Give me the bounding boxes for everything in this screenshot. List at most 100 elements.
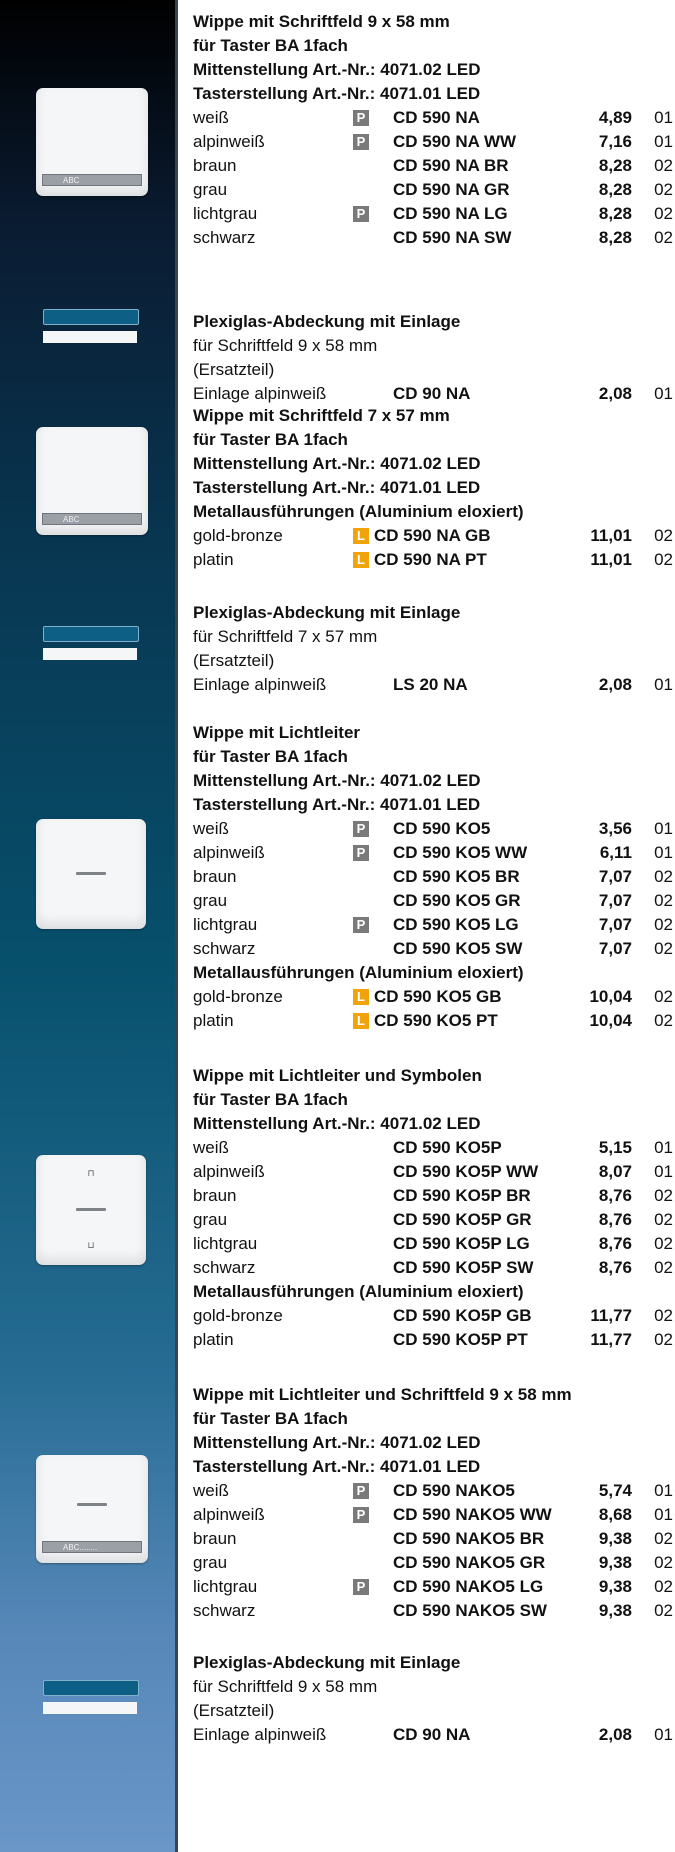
product-row: Einlage alpinweiß CD 90 NA 2,08 01 (193, 1723, 673, 1747)
price: 7,07 (598, 915, 632, 934)
price: 8,68 (598, 1505, 632, 1524)
product-row: platin L CD 590 KO5 PT 10,04 02 (193, 1009, 673, 1033)
section-heading-line: Tasterstellung Art.-Nr.: 4071.01 LED (193, 795, 481, 814)
color-name: lichtgrau (193, 204, 258, 223)
color-name: grau (193, 1553, 228, 1572)
color-name: platin (193, 1330, 234, 1349)
plexiglass-cover-strip (43, 309, 139, 325)
color-name: braun (193, 1529, 237, 1548)
price-group: 01 (654, 1138, 673, 1157)
price: 8,28 (598, 156, 632, 175)
p-badge-icon: P (353, 917, 369, 933)
color-name: gold-bronze (193, 526, 283, 545)
article-code: CD 590 KO5P LG (393, 1234, 530, 1253)
section-heading-line: für Schriftfeld 7 x 57 mm (193, 627, 378, 646)
price: 3,56 (598, 819, 632, 838)
price: 11,77 (590, 1306, 632, 1325)
light-guide-slot (77, 1503, 107, 1506)
color-name: lichtgrau (193, 915, 258, 934)
p-badge-icon: P (353, 134, 369, 150)
product-row: alpinweiß P CD 590 KO5 WW 6,11 01 (193, 841, 673, 865)
price-group: 02 (654, 550, 673, 569)
article-code: CD 590 KO5P WW (393, 1162, 539, 1181)
section-heading-line: für Schriftfeld 9 x 58 mm (193, 1677, 378, 1696)
price-group: 01 (654, 1725, 673, 1744)
product-row: Einlage alpinweiß LS 20 NA 2,08 01 (193, 673, 673, 697)
light-guide-slot (76, 1208, 106, 1211)
price-group: 02 (654, 1011, 673, 1030)
article-code: CD 590 NA GR (393, 180, 510, 199)
price: 11,77 (590, 1330, 632, 1349)
section-heading-line: Metallausführungen (Aluminium eloxiert) (193, 1282, 524, 1301)
price: 7,07 (598, 867, 632, 886)
section-heading-line: Tasterstellung Art.-Nr.: 4071.01 LED (193, 478, 481, 497)
rocker-light-guide-label-thumbnail: ABC........ (36, 1455, 148, 1563)
article-code: LS 20 NA (393, 675, 468, 694)
product-section: Plexiglas-Abdeckung mit Einlage für Schri… (193, 601, 673, 697)
product-row: schwarz CD 590 NAKO5 SW 9,38 02 (193, 1599, 673, 1623)
section-heading-line: Tasterstellung Art.-Nr.: 4071.01 LED (193, 1457, 481, 1476)
price-group: 01 (654, 1505, 673, 1524)
price-group: 01 (654, 108, 673, 127)
article-code: CD 590 NA LG (393, 204, 508, 223)
product-row: weiß P CD 590 NA 4,89 01 (193, 106, 673, 130)
product-row: braun CD 590 KO5P BR 8,76 02 (193, 1184, 673, 1208)
price-group: 02 (654, 1330, 673, 1349)
color-name: braun (193, 1186, 237, 1205)
color-name: lichtgrau (193, 1577, 258, 1596)
price: 9,38 (598, 1601, 632, 1620)
price: 5,15 (598, 1138, 632, 1157)
color-name: platin (193, 550, 234, 569)
color-name: weiß (193, 819, 229, 838)
product-row: platin CD 590 KO5P PT 11,77 02 (193, 1328, 673, 1352)
l-badge-icon: L (353, 1013, 369, 1029)
article-code: CD 590 NA BR (393, 156, 509, 175)
article-code: CD 590 NAKO5 BR (393, 1529, 545, 1548)
color-name: gold-bronze (193, 1306, 283, 1325)
price: 2,08 (598, 675, 632, 694)
article-code: CD 590 NAKO5 SW (393, 1601, 547, 1620)
article-code: CD 590 KO5P PT (393, 1330, 528, 1349)
article-code: CD 590 KO5 GR (393, 891, 521, 910)
article-code: CD 590 NA SW (393, 228, 512, 247)
section-heading-line: (Ersatzteil) (193, 651, 275, 670)
color-name: grau (193, 1210, 228, 1229)
product-row: grau CD 590 KO5P GR 8,76 02 (193, 1208, 673, 1232)
section-heading-line: Wippe mit Schriftfeld 9 x 58 mm (193, 12, 450, 31)
price-group: 02 (654, 891, 673, 910)
price: 8,76 (598, 1210, 632, 1229)
section-heading-line: Mittenstellung Art.-Nr.: 4071.02 LED (193, 60, 481, 79)
price: 11,01 (590, 526, 632, 545)
product-row: lichtgrau P CD 590 NAKO5 LG 9,38 02 (193, 1575, 673, 1599)
article-code: CD 590 NAKO5 WW (393, 1505, 552, 1524)
section-heading-line: Wippe mit Schriftfeld 7 x 57 mm (193, 406, 450, 425)
p-badge-icon: P (353, 110, 369, 126)
price: 9,38 (598, 1529, 632, 1548)
section-heading-line: Metallausführungen (Aluminium eloxiert) (193, 502, 524, 521)
symbol-down-icon: ⊔ (87, 1241, 95, 1251)
section-heading-line: (Ersatzteil) (193, 360, 275, 379)
color-name: Einlage alpinweiß (193, 1725, 327, 1744)
section-heading-line: Mittenstellung Art.-Nr.: 4071.02 LED (193, 1114, 481, 1133)
l-badge-icon: L (353, 552, 369, 568)
article-code: CD 590 NAKO5 (393, 1481, 515, 1500)
p-badge-icon: P (353, 206, 369, 222)
price: 2,08 (598, 384, 632, 403)
price-group: 02 (654, 987, 673, 1006)
price: 10,04 (589, 1011, 632, 1030)
product-row: alpinweiß P CD 590 NA WW 7,16 01 (193, 130, 673, 154)
price-group: 02 (654, 526, 673, 545)
section-heading-line: (Ersatzteil) (193, 1701, 275, 1720)
symbol-up-icon: ⊓ (87, 1169, 95, 1179)
section-heading-line: Plexiglas-Abdeckung mit Einlage (193, 312, 461, 331)
p-badge-icon: P (353, 845, 369, 861)
product-row: schwarz CD 590 NA SW 8,28 02 (193, 226, 673, 250)
article-code: CD 590 NA WW (393, 132, 517, 151)
article-code: CD 590 NAKO5 GR (393, 1553, 546, 1572)
price-group: 01 (654, 675, 673, 694)
p-badge-icon: P (353, 1579, 369, 1595)
product-section: Plexiglas-Abdeckung mit Einlage für Schri… (193, 1651, 673, 1747)
product-section: Wippe mit Schriftfeld 9 x 58 mm für Taste… (193, 10, 673, 250)
price: 11,01 (590, 550, 632, 569)
price-group: 01 (654, 1481, 673, 1500)
